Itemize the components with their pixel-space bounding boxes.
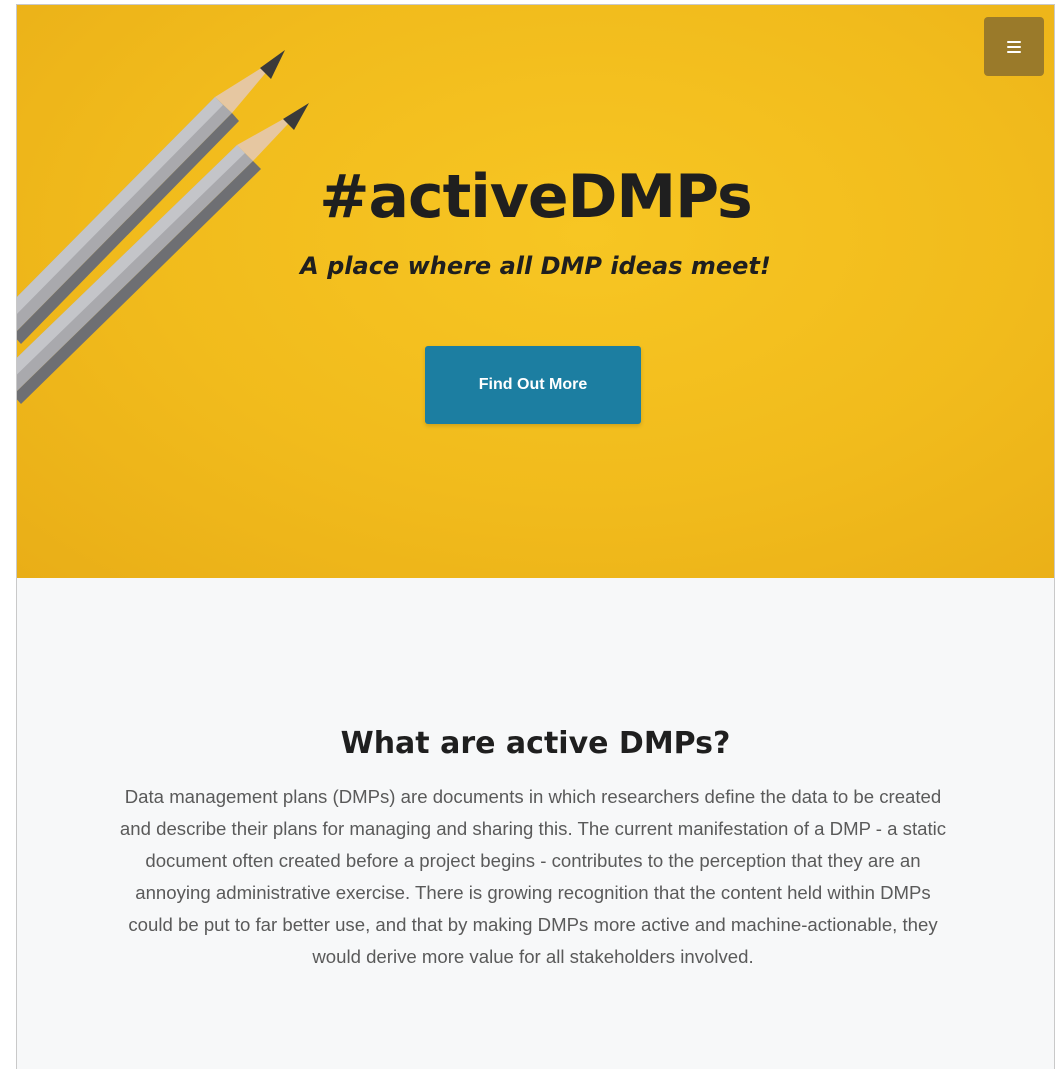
section-heading: What are active DMPs? xyxy=(340,726,731,761)
hamburger-menu-icon xyxy=(1007,40,1021,53)
section-body-text: Data management plans (DMPs) are documen… xyxy=(119,786,947,967)
find-out-more-button[interactable]: Find Out More xyxy=(425,346,641,424)
about-section: What are active DMPs? Data management pl… xyxy=(17,578,1054,1069)
hero-section: #activeDMPs A place where all DMP ideas … xyxy=(17,5,1054,578)
hero-subtitle: A place where all DMP ideas meet! xyxy=(300,252,771,280)
page-frame: #activeDMPs A place where all DMP ideas … xyxy=(16,4,1055,1069)
hero-title: #activeDMPs xyxy=(319,162,753,232)
menu-toggle-button[interactable] xyxy=(984,17,1044,76)
